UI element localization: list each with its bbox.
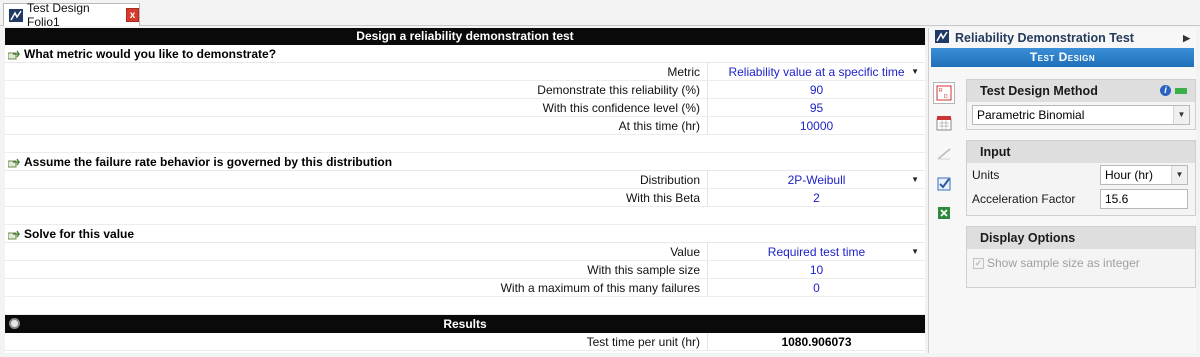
accel-row: Acceleration Factor 15.6	[967, 187, 1195, 211]
max-failures-label: With a maximum of this many failures	[5, 279, 708, 296]
sample-integer-option[interactable]: ✓ Show sample size as integer	[967, 249, 1195, 277]
units-row: Units Hour (hr) ▼	[967, 163, 1195, 187]
dropdown-icon[interactable]: ▼	[911, 171, 919, 189]
distribution-row: Distribution 2P-Weibull ▼	[5, 171, 925, 189]
svg-text:D: D	[944, 94, 948, 100]
method-select[interactable]: Parametric Binomial ▼	[972, 105, 1190, 125]
display-heading: Display Options	[967, 227, 1195, 249]
reliability-field[interactable]: 90	[708, 81, 925, 98]
reliability-row: Demonstrate this reliability (%) 90	[5, 81, 925, 99]
chevron-down-icon[interactable]: ▼	[1173, 106, 1189, 124]
confidence-field[interactable]: 95	[708, 99, 925, 116]
distribution-select[interactable]: 2P-Weibull ▼	[708, 171, 925, 188]
section-arrow-icon	[7, 229, 21, 239]
section-arrow-icon	[7, 157, 21, 167]
solve-value-label: Value	[5, 243, 708, 260]
metric-label: Metric	[5, 63, 708, 80]
test-design-tool-icon[interactable]: RD	[933, 82, 955, 104]
sample-size-row: With this sample size 10	[5, 261, 925, 279]
gear-icon[interactable]	[9, 318, 20, 329]
folio-icon	[9, 8, 23, 22]
max-failures-row: With a maximum of this many failures 0	[5, 279, 925, 297]
sample-size-field[interactable]: 10	[708, 261, 925, 278]
accel-label: Acceleration Factor	[972, 192, 1076, 206]
svg-text:R: R	[939, 88, 943, 94]
test-time-label: Test time per unit (hr)	[5, 333, 708, 350]
beta-label: With this Beta	[5, 189, 708, 206]
control-panel: Reliability Demonstration Test ▶ Test De…	[928, 28, 1196, 353]
section-distribution-heading: Assume the failure rate behavior is gove…	[5, 153, 925, 171]
test-time-value: 1080.906073	[781, 335, 852, 349]
panel-header: Reliability Demonstration Test ▶	[929, 28, 1196, 48]
solve-value-select[interactable]: Required test time ▼	[708, 243, 925, 260]
spacer-row	[5, 207, 925, 225]
time-field[interactable]: 10000	[708, 117, 925, 134]
info-icon[interactable]: i	[1160, 85, 1171, 96]
max-failures-field[interactable]: 0	[708, 279, 925, 296]
beta-field[interactable]: 2	[708, 189, 925, 206]
test-design-bar: Test Design	[931, 48, 1194, 67]
minimize-icon[interactable]	[1175, 88, 1187, 94]
method-heading-label: Test Design Method	[980, 84, 1098, 98]
folio-tab[interactable]: Test Design Folio1 x	[3, 1, 140, 29]
solve-value: Required test time	[767, 245, 866, 259]
tab-title: Test Design Folio1	[27, 1, 90, 29]
chevron-down-icon[interactable]: ▼	[1171, 166, 1187, 184]
panel-title: Reliability Demonstration Test	[955, 31, 1134, 45]
sample-integer-checkbox[interactable]: ✓	[973, 257, 984, 269]
results-heading: Results	[5, 315, 925, 333]
dropdown-icon[interactable]: ▼	[911, 63, 919, 81]
spacer-row	[5, 135, 925, 153]
dropdown-icon[interactable]: ▼	[911, 243, 919, 261]
units-label: Units	[972, 168, 1000, 182]
method-value: Parametric Binomial	[977, 108, 1085, 122]
accel-factor-input[interactable]: 15.6	[1100, 189, 1188, 209]
section-distribution-label: Assume the failure rate behavior is gove…	[24, 154, 393, 169]
metric-select[interactable]: Reliability value at a specific time ▼	[708, 63, 925, 80]
input-group: Input Units Hour (hr) ▼ Acceleration Fac…	[966, 140, 1196, 216]
checklist-icon[interactable]	[933, 172, 955, 194]
rdt-calendar-icon[interactable]	[933, 112, 955, 134]
sample-integer-label: Show sample size as integer	[987, 256, 1140, 270]
section-solve-label: Solve for this value	[24, 226, 135, 241]
units-select[interactable]: Hour (hr) ▼	[1100, 165, 1188, 185]
results-label: Results	[443, 317, 487, 331]
section-solve-heading: Solve for this value	[5, 225, 925, 243]
sample-size-label: With this sample size	[5, 261, 708, 278]
confidence-label: With this confidence level (%)	[5, 99, 708, 116]
line-tool-icon[interactable]	[933, 142, 955, 164]
units-value: Hour (hr)	[1105, 168, 1154, 182]
section-arrow-icon	[7, 49, 21, 59]
collapse-arrow-icon[interactable]: ▶	[1183, 33, 1190, 44]
tab-bar: Test Design Folio1 x	[0, 0, 1200, 29]
results-row: Test time per unit (hr) 1080.906073	[5, 333, 925, 351]
spacer-row	[5, 297, 925, 315]
metric-value: Reliability value at a specific time	[728, 65, 905, 79]
reliability-label: Demonstrate this reliability (%)	[5, 81, 708, 98]
metric-row: Metric Reliability value at a specific t…	[5, 63, 925, 81]
tool-column: RD	[933, 82, 957, 232]
section-metric-heading: What metric would you like to demonstrat…	[5, 45, 925, 63]
method-group: Test Design Method i Parametric Binomial…	[966, 79, 1196, 130]
rdt-logo-icon	[935, 30, 949, 46]
time-label: At this time (hr)	[5, 117, 708, 134]
sheet-title: Design a reliability demonstration test	[5, 28, 925, 45]
confidence-row: With this confidence level (%) 95	[5, 99, 925, 117]
display-options-group: Display Options ✓ Show sample size as in…	[966, 226, 1196, 288]
rdt-worksheet: Design a reliability demonstration test …	[5, 28, 925, 353]
distribution-label: Distribution	[5, 171, 708, 188]
solve-value-row: Value Required test time ▼	[5, 243, 925, 261]
close-icon[interactable]: x	[125, 8, 139, 22]
input-heading: Input	[967, 141, 1195, 163]
section-metric-label: What metric would you like to demonstrat…	[24, 46, 277, 61]
time-row: At this time (hr) 10000	[5, 117, 925, 135]
excel-export-icon[interactable]	[933, 202, 955, 224]
beta-row: With this Beta 2	[5, 189, 925, 207]
distribution-value: 2P-Weibull	[787, 173, 846, 187]
method-heading: Test Design Method i	[967, 80, 1195, 102]
